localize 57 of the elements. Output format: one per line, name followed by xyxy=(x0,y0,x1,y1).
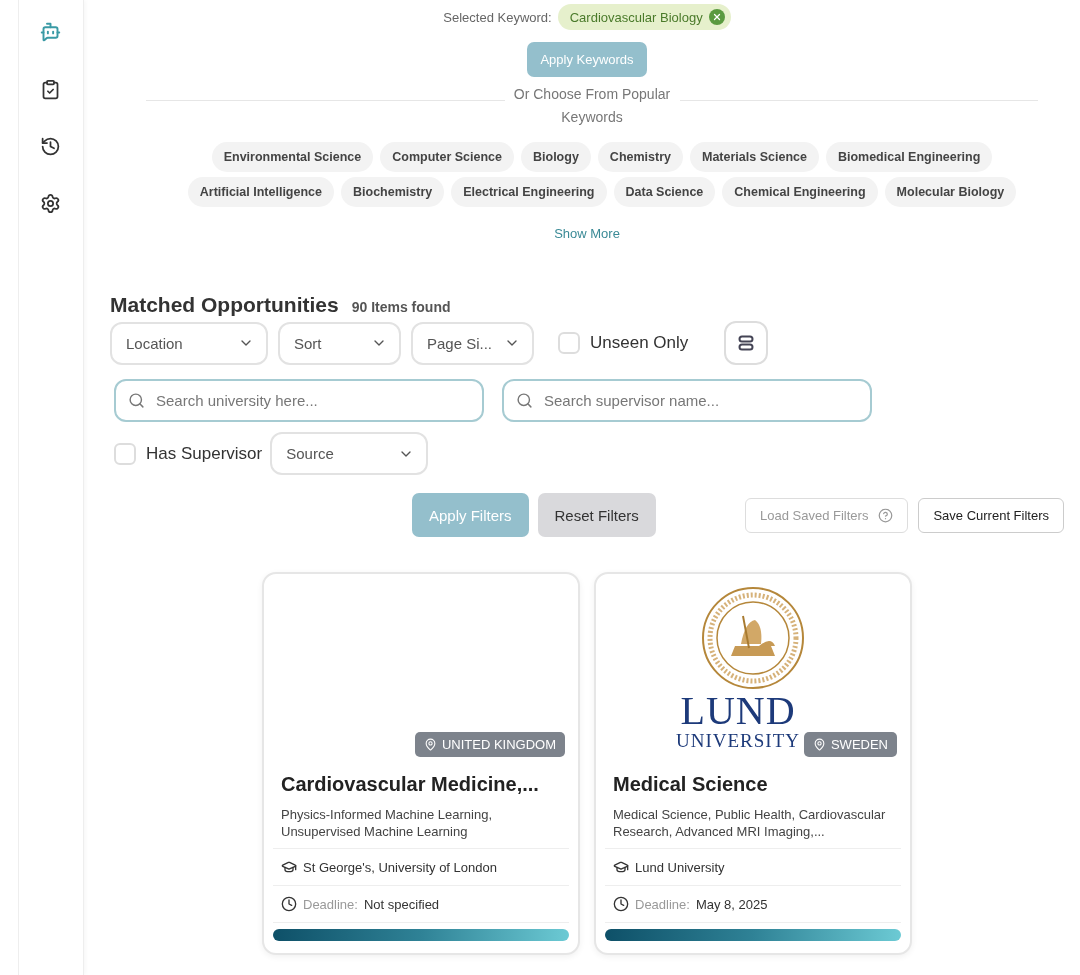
search-icon xyxy=(516,392,533,409)
keyword-chip[interactable]: Biology xyxy=(521,142,591,172)
keyword-chip[interactable]: Artificial Intelligence xyxy=(187,177,334,207)
settings-icon[interactable] xyxy=(40,193,62,215)
card-title: Cardiovascular Medicine,... xyxy=(281,773,540,796)
clock-icon xyxy=(613,896,629,912)
clock-icon xyxy=(281,896,297,912)
card-title: Medical Science xyxy=(613,773,769,796)
save-current-filters-button[interactable]: Save Current Filters xyxy=(918,497,1064,533)
deadline-value: Not specified xyxy=(363,896,440,912)
reset-filters-button[interactable]: Reset Filters xyxy=(537,493,656,537)
history-icon[interactable] xyxy=(40,136,62,158)
keyword-chip[interactable]: Electrical Engineering xyxy=(451,177,607,207)
keyword-chip-label: Cardiovascular Biology xyxy=(569,9,703,25)
remove-icon[interactable] xyxy=(708,9,725,25)
deadline-value: May 8, 2025 xyxy=(695,896,768,912)
keyword-chip[interactable]: Environmental Science xyxy=(211,142,374,172)
unseen-only-checkbox[interactable]: Unseen Only xyxy=(558,332,689,354)
layout-toggle-button[interactable] xyxy=(724,321,769,365)
bot-icon[interactable] xyxy=(40,22,62,44)
opportunity-card[interactable]: LUND UNIVERSITY SWEDEN Medical Science Medical Science, Public Health, Cardiovascular Research, Advanced MRI Imaging,... Lund University Deadline: May 8, 2025 xyxy=(594,572,912,955)
university-search-field[interactable]: Search university here... xyxy=(114,379,484,422)
keyword-chip[interactable]: Biochemistry xyxy=(341,177,445,207)
university-name: St George's, University of London xyxy=(303,859,497,875)
keyword-chip[interactable]: Computer Science xyxy=(380,142,514,172)
source-select[interactable]: Source xyxy=(270,432,429,475)
opportunity-card[interactable]: UNITED KINGDOM Cardiovascular Medicine,... Physics-Informed Machine Learning, Unsupervised Machine Learning St George's, University of London Deadline: Not specified xyxy=(262,572,580,955)
graduation-cap-icon xyxy=(613,859,629,875)
university-name: Lund University xyxy=(635,859,725,875)
has-supervisor-checkbox[interactable]: Has Supervisor xyxy=(114,442,263,465)
search-icon xyxy=(128,392,145,409)
supervisor-search-field[interactable]: Search supervisor name... xyxy=(502,379,872,422)
keyword-chip[interactable]: Biomedical Engineering xyxy=(825,142,993,172)
card-topics: Physics-Informed Machine Learning, Unsupervised Machine Learning xyxy=(281,806,493,840)
deadline-label: Deadline: xyxy=(303,896,358,912)
keyword-chip[interactable]: Data Science xyxy=(613,177,716,207)
show-more-link[interactable]: Show More xyxy=(554,226,620,241)
keyword-chip[interactable]: Molecular Biology xyxy=(884,177,1017,207)
logo-text: LUND xyxy=(680,692,796,730)
country-badge: SWEDEN xyxy=(803,732,897,757)
keyword-chip[interactable]: Chemical Engineering xyxy=(722,177,878,207)
deadline-label: Deadline: xyxy=(635,896,690,912)
help-icon xyxy=(878,507,894,523)
country-badge: UNITED KINGDOM xyxy=(414,732,565,757)
select-dropdown[interactable]: Location xyxy=(110,321,268,365)
select-dropdown[interactable]: Page Si... xyxy=(411,321,534,365)
divider-text: Or Choose From Popular Keywords xyxy=(512,85,672,127)
keyword-chip[interactable]: Materials Science xyxy=(690,142,819,172)
selected-keyword-label: Selected Keyword: xyxy=(443,9,552,25)
keyword-chip[interactable]: Chemistry xyxy=(597,142,683,172)
rows-icon xyxy=(738,335,755,351)
graduation-cap-icon xyxy=(281,859,297,875)
logo-text: UNIVERSITY xyxy=(676,730,800,752)
items-count: 90 Items found xyxy=(351,299,451,315)
card-topics: Medical Science, Public Health, Cardiovascular Research, Advanced MRI Imaging,... xyxy=(613,806,887,840)
select-dropdown[interactable]: Sort xyxy=(278,321,401,365)
section-title: Matched Opportunities xyxy=(110,293,339,317)
